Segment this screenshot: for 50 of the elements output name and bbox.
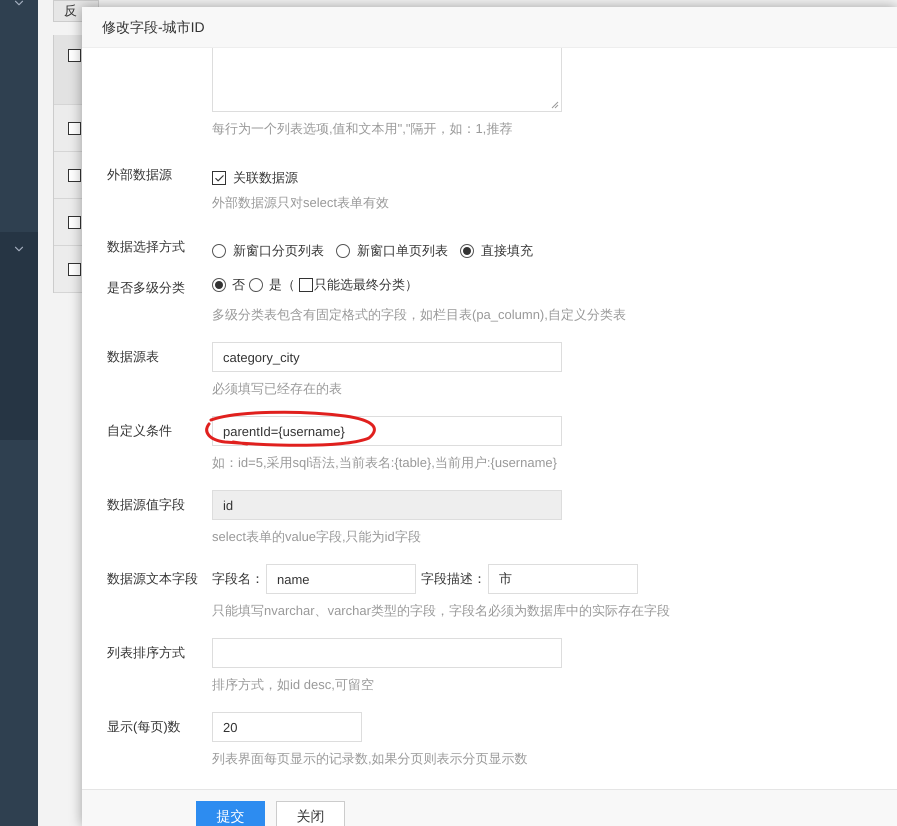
hint-text: 列表界面每页显示的记录数,如果分页则表示分页显示数 <box>212 750 528 768</box>
text-field[interactable]: name <box>266 564 416 594</box>
hint-text: 每行为一个列表选项,值和文本用","隔开，如：1,推荐 <box>212 120 514 138</box>
checkbox[interactable] <box>68 49 81 62</box>
field-label: 列表排序方式 <box>107 644 185 662</box>
textarea-field[interactable] <box>212 48 562 112</box>
text-field[interactable]: 市 <box>488 564 638 594</box>
checkbox[interactable] <box>68 216 81 228</box>
checkbox[interactable] <box>212 171 226 185</box>
radio-button[interactable] <box>336 244 350 258</box>
hint-text: 必须填写已经存在的表 <box>212 380 343 398</box>
field-label: 数据源文本字段 <box>107 570 198 588</box>
radio-label: 新窗口分页列表 <box>233 242 324 260</box>
hint-text: 只能填写nvarchar、varchar类型的字段，字段名必须为数据库中的实际存在字段 <box>212 602 670 620</box>
text-field[interactable]: parentId={username} <box>212 416 562 446</box>
checkbox[interactable] <box>68 262 81 276</box>
radio-label: 否 <box>232 276 245 294</box>
input-label: 字段描述： <box>421 570 486 588</box>
field-label: 自定义条件 <box>107 422 172 440</box>
field-label: 显示(每页)数 <box>107 718 181 736</box>
checkbox[interactable] <box>68 122 81 134</box>
radio-button[interactable] <box>212 278 226 292</box>
radio-label: 是（ <box>269 276 295 294</box>
text-field[interactable]: 20 <box>212 712 362 742</box>
field-label: 数据选择方式 <box>107 241 185 253</box>
checkbox-label: 关联数据源 <box>233 169 298 188</box>
radio-label: 新窗口单页列表 <box>357 242 448 260</box>
input-label: 字段名： <box>212 570 264 588</box>
checkbox[interactable] <box>299 278 313 292</box>
dialog-title: 修改字段-城市ID <box>102 18 205 36</box>
field-label: 外部数据源 <box>107 168 172 182</box>
close-button[interactable]: 关闭 <box>276 801 345 826</box>
hint-text: 如：id=5,采用sql语法,当前表名:{table},当前用户:{username} <box>212 454 558 472</box>
field-label: 数据源值字段 <box>107 496 185 514</box>
checkbox[interactable] <box>68 168 81 182</box>
hint-text: 排序方式，如id desc,可留空 <box>212 676 375 694</box>
radio-button[interactable] <box>249 278 263 292</box>
text-field[interactable] <box>212 638 562 668</box>
hint-text: select表单的value字段,只能为id字段 <box>212 528 422 546</box>
field-label: 数据源表 <box>107 348 159 366</box>
hint-text: 外部数据源只对select表单有效 <box>212 194 389 212</box>
check-icon <box>214 172 224 184</box>
text-field[interactable]: category_city <box>212 342 562 372</box>
radio-button[interactable] <box>212 244 226 258</box>
checkbox-label: 只能选最终分类） <box>314 276 418 294</box>
hint-text: 多级分类表包含有固定格式的字段，如栏目表(pa_column),自定义分类表 <box>212 306 626 324</box>
field-label: 是否多级分类 <box>107 281 185 295</box>
radio-label: 直接填充 <box>481 242 533 260</box>
radio-button[interactable] <box>460 244 474 258</box>
resize-grip-icon <box>551 101 559 109</box>
